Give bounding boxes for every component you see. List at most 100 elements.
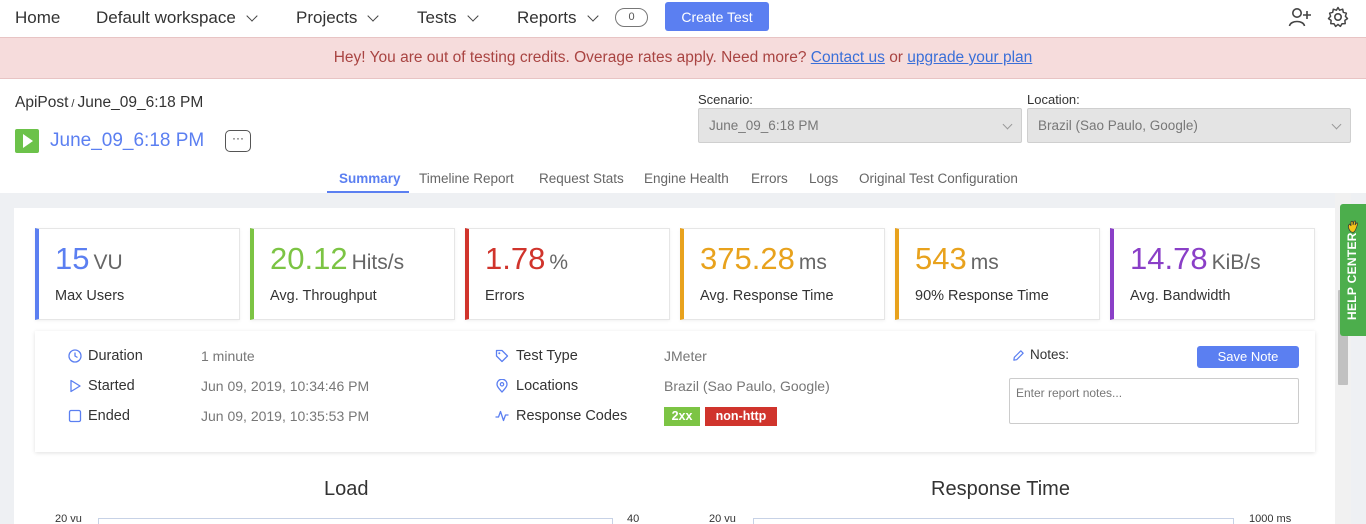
upgrade-plan-link[interactable]: upgrade your plan — [907, 49, 1032, 67]
response-time-chart-title: Response Time — [931, 478, 1070, 500]
pencil-icon — [1013, 350, 1024, 361]
location-select[interactable]: Brazil (Sao Paulo, Google) — [1027, 108, 1351, 143]
kpi-unit: ms — [970, 251, 999, 274]
nav-workspace-label: Default workspace — [96, 8, 236, 27]
kpi-label: Avg. Throughput — [270, 288, 377, 304]
load-left-axis-label: 20 vu — [55, 513, 82, 524]
kpi-value: 375.28 — [700, 241, 795, 276]
response-code-tag-non-http: non-http — [705, 407, 777, 426]
report-tabs: Summary Timeline Report Request Stats En… — [0, 165, 1366, 193]
kpi-value: 15 — [55, 241, 90, 276]
chevron-down-icon — [246, 9, 258, 22]
kpi-avg-throughput: 20.12 Hits/s Avg. Throughput — [250, 228, 455, 320]
notes-label: Notes: — [1030, 347, 1070, 362]
nav-tests-dropdown[interactable]: Tests — [417, 8, 479, 28]
stop-square-icon — [68, 409, 82, 423]
kpi-label: Errors — [485, 288, 525, 304]
kpi-value: 14.78 — [1130, 241, 1208, 276]
kpi-value: 20.12 — [270, 241, 348, 276]
test-type-label: Test Type — [516, 348, 578, 364]
add-user-icon[interactable] — [1288, 5, 1312, 29]
test-type-value: JMeter — [664, 348, 707, 364]
tab-original-test-configuration[interactable]: Original Test Configuration — [859, 171, 1018, 186]
response-left-axis-label: 20 vu — [709, 513, 736, 524]
started-value: Jun 09, 2019, 10:34:46 PM — [201, 378, 370, 394]
kpi-90-response-time: 543 ms 90% Response Time — [895, 228, 1100, 320]
kpi-value: 1.78 — [485, 241, 546, 276]
kpi-value: 543 — [915, 241, 967, 276]
duration-label: Duration — [88, 348, 143, 364]
top-navigation: Home Default workspace Projects Tests Re… — [0, 0, 1366, 36]
locations-label: Locations — [516, 378, 579, 394]
contact-us-link[interactable]: Contact us — [811, 49, 885, 67]
kpi-label: 90% Response Time — [915, 288, 1049, 304]
nav-home-label: Home — [15, 8, 61, 27]
nav-reports-dropdown[interactable]: Reports — [517, 8, 599, 28]
reports-count-badge: 0 — [615, 8, 648, 27]
location-select-value: Brazil (Sao Paulo, Google) — [1038, 118, 1198, 133]
nav-tests-label: Tests — [417, 8, 457, 27]
response-time-chart-frame — [753, 518, 1234, 524]
nav-projects-label: Projects — [296, 8, 358, 27]
nav-workspace-dropdown[interactable]: Default workspace — [96, 8, 258, 28]
scenario-select[interactable]: June_09_6:18 PM — [698, 108, 1022, 143]
response-codes-label: Response Codes — [516, 408, 628, 424]
load-chart-frame — [98, 518, 613, 524]
chevron-down-icon — [586, 9, 599, 22]
kpi-errors: 1.78% Errors — [465, 228, 670, 320]
response-code-tag-2xx: 2xx — [664, 407, 700, 426]
kpi-max-users: 15 VU Max Users — [35, 228, 240, 320]
save-note-button[interactable]: Save Note — [1197, 346, 1299, 368]
nav-home[interactable]: Home — [15, 8, 60, 28]
create-test-button[interactable]: Create Test — [665, 2, 769, 31]
tab-request-stats[interactable]: Request Stats — [539, 171, 624, 186]
gear-icon[interactable] — [1326, 5, 1350, 29]
tab-errors[interactable]: Errors — [751, 171, 788, 186]
tab-timeline-report[interactable]: Timeline Report — [419, 171, 514, 186]
breadcrumb: ApiPost / June_09_6:18 PM — [15, 94, 203, 112]
location-pin-icon — [496, 379, 508, 393]
banner-message: Hey! You are out of testing credits. Ove… — [333, 49, 807, 66]
kpi-unit: % — [549, 251, 569, 274]
locations-value: Brazil (Sao Paulo, Google) — [664, 378, 830, 394]
scenario-select-value: June_09_6:18 PM — [709, 118, 819, 133]
kpi-unit: VU — [93, 251, 123, 274]
clock-icon — [68, 349, 82, 363]
tab-logs[interactable]: Logs — [809, 171, 838, 186]
play-outline-icon — [70, 379, 81, 393]
chevron-down-icon — [467, 9, 479, 22]
kpi-unit: Hits/s — [351, 251, 405, 274]
nav-reports-label: Reports — [517, 8, 577, 27]
tag-icon — [495, 349, 509, 363]
tab-engine-health[interactable]: Engine Health — [644, 171, 729, 186]
report-notes-textarea[interactable]: Enter report notes... — [1009, 378, 1299, 424]
location-label: Location: — [1027, 92, 1080, 107]
load-chart-title: Load — [324, 478, 369, 500]
pulse-icon — [495, 410, 509, 422]
kpi-label: Avg. Bandwidth — [1130, 288, 1231, 304]
chevron-down-icon — [1331, 119, 1342, 130]
kpi-unit: KiB/s — [1211, 251, 1261, 274]
kpi-unit: ms — [798, 251, 827, 274]
play-icon[interactable] — [15, 129, 39, 153]
breadcrumb-project[interactable]: ApiPost — [15, 94, 68, 111]
tab-summary[interactable]: Summary — [339, 171, 401, 186]
breadcrumb-report: June_09_6:18 PM — [77, 94, 204, 111]
duration-value: 1 minute — [201, 348, 255, 364]
kpi-label: Max Users — [55, 288, 125, 304]
ended-label: Ended — [88, 408, 130, 424]
scenario-label: Scenario: — [698, 92, 753, 107]
ended-value: Jun 09, 2019, 10:35:53 PM — [201, 408, 370, 424]
banner-or: or — [889, 49, 903, 66]
credits-warning-banner: Hey! You are out of testing credits. Ove… — [0, 37, 1366, 79]
chevron-down-icon — [367, 9, 380, 22]
chevron-down-icon — [1002, 119, 1013, 130]
started-label: Started — [88, 378, 135, 394]
kpi-avg-bandwidth: 14.78 KiB/s Avg. Bandwidth — [1110, 228, 1315, 320]
load-right-axis-label: 40 — [627, 513, 640, 524]
kpi-label: Avg. Response Time — [700, 288, 834, 304]
more-options-button[interactable]: ··· — [225, 130, 251, 152]
nav-projects-dropdown[interactable]: Projects — [296, 8, 380, 28]
report-title[interactable]: June_09_6:18 PM — [50, 130, 204, 152]
response-right-axis-label: 1000 ms — [1249, 513, 1292, 524]
